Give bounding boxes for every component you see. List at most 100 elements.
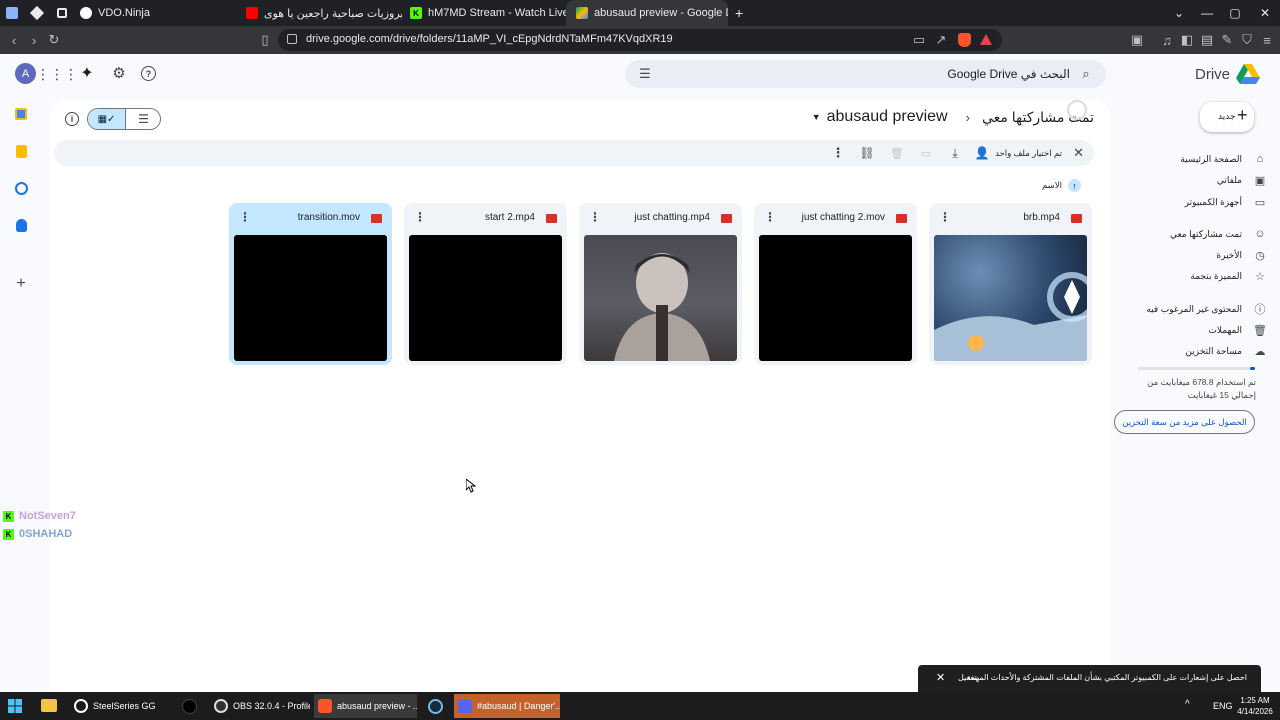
system-tray-chevron-icon[interactable]: ^ [1185, 699, 1190, 710]
file-card[interactable]: transition.mov ⋮ [229, 203, 392, 365]
more-options-icon[interactable]: ⋮ [589, 210, 601, 224]
video-file-icon [1071, 214, 1082, 223]
sidebar-item-shared-with-me[interactable]: تمت مشاركتها معي [1170, 229, 1242, 240]
more-options-icon[interactable]: ⋮ [939, 210, 951, 224]
share-icon[interactable]: ↗ [932, 31, 950, 49]
clock[interactable]: 1:25 AM 4/14/2026 [1236, 695, 1274, 717]
file-name: brb.mp4 [1023, 212, 1060, 223]
browser-menu-icon[interactable]: ≡ [1258, 31, 1276, 49]
taskbar-app-browser[interactable]: abusaud preview - ... [314, 694, 417, 718]
sidebar-item-storage[interactable]: مساحة التخزين [1185, 346, 1242, 357]
sidebar-item-recent[interactable]: الأخيرة [1216, 250, 1242, 261]
back-button[interactable]: ‹ [5, 31, 23, 49]
delete-icon[interactable]: 🗑 [889, 145, 905, 161]
wallet-icon[interactable]: ▤ [1198, 31, 1216, 49]
extensions-icon[interactable]: ✎ [1218, 31, 1236, 49]
reader-icon[interactable]: ◧ [1178, 31, 1196, 49]
maximize-button[interactable]: ▢ [1220, 0, 1250, 26]
file-card[interactable]: just chatting 2.mov ⋮ [754, 203, 917, 365]
account-avatar[interactable]: A [15, 63, 36, 84]
toast-close-icon[interactable]: ✕ [936, 671, 945, 684]
sidebar-item-my-drive[interactable]: ملفاتي [1217, 175, 1242, 186]
cast-icon[interactable]: ▭ [910, 31, 928, 49]
get-more-storage-button[interactable]: الحصول على مزيد من سعة التخزين [1114, 410, 1255, 434]
mouse-cursor [465, 477, 477, 498]
steam-icon[interactable] [428, 699, 443, 714]
search-input[interactable]: البحث في Google Drive [947, 67, 1070, 81]
windows-start-icon[interactable] [8, 699, 22, 713]
new-button[interactable]: جديد + [1200, 102, 1254, 132]
bookmark-icon[interactable]: ▯ [256, 31, 274, 49]
more-actions-icon[interactable]: ⋮ [830, 145, 846, 161]
toast-enable-button[interactable]: تفعيل [958, 673, 977, 682]
spam-icon: ⓘ [1254, 304, 1266, 316]
search-options-icon[interactable]: ☰ [637, 66, 653, 82]
address-bar[interactable]: drive.google.com/drive/folders/11aMP_VI_… [278, 29, 1002, 51]
reload-button[interactable]: ↻ [45, 31, 63, 49]
file-name: just chatting.mp4 [634, 212, 710, 223]
settings-gear-icon[interactable]: ⚙ [111, 65, 127, 82]
help-icon[interactable]: ? [141, 66, 156, 81]
site-info-icon[interactable] [287, 34, 297, 44]
tab-youtube[interactable]: (165) فيروزيات صباحية راجعين يا هوى [246, 0, 402, 26]
pinned-tab-icon[interactable] [57, 8, 67, 18]
sidebar-item-home[interactable]: الصفحة الرئيسية [1180, 154, 1242, 165]
google-drive-logo-icon[interactable] [1236, 64, 1260, 84]
sidebar-item-spam[interactable]: المحتوى غير المرغوب فيه [1146, 304, 1242, 315]
file-card[interactable]: start 2.mp4 ⋮ [404, 203, 567, 365]
sidebar-item-starred[interactable]: المميزة بنجمة [1190, 271, 1242, 282]
sidebar-item-trash[interactable]: المهملات [1208, 325, 1242, 336]
file-card[interactable]: just chatting.mp4 ⋮ [579, 203, 742, 365]
taskbar-app-obs[interactable]: OBS 32.0.4 - Profile... [210, 694, 310, 718]
minimize-button[interactable]: — [1192, 0, 1222, 26]
calendar-app-icon[interactable] [15, 108, 27, 120]
new-tab-button[interactable]: + [735, 5, 743, 21]
search-bar[interactable]: ☰ البحث في Google Drive ⌕ [625, 60, 1106, 88]
language-indicator[interactable]: ENG [1213, 701, 1233, 711]
share-person-icon[interactable]: 👤 [974, 145, 990, 161]
gemini-icon[interactable]: ✦ [79, 65, 95, 82]
chat-entry: K NotSeven7 [3, 507, 76, 525]
breadcrumb-current[interactable]: abusaud preview [827, 108, 948, 126]
vpn-icon[interactable]: ⛉ [1238, 31, 1256, 49]
home-icon: ⌂ [1256, 153, 1264, 165]
add-app-icon[interactable]: + [14, 275, 28, 292]
grid-view-button[interactable]: ▦✓ [88, 109, 125, 129]
taskbar-app-discord[interactable]: #abusaud | Danger'... [454, 694, 560, 718]
breadcrumb-dropdown-icon[interactable]: ▼ [812, 112, 821, 122]
app-icon[interactable] [182, 699, 197, 714]
move-icon[interactable]: ▭ [918, 145, 934, 161]
taskbar-app-steelseries[interactable]: SteelSeries GG [70, 694, 200, 718]
copy-link-icon[interactable]: ⛓ [859, 145, 875, 161]
more-options-icon[interactable]: ⋮ [764, 210, 776, 224]
search-icon[interactable]: ⌕ [1078, 66, 1094, 82]
more-options-icon[interactable]: ⋮ [414, 210, 426, 224]
tab-vdo-ninja[interactable]: VDO.Ninja [80, 0, 240, 26]
keep-app-icon[interactable] [16, 145, 27, 158]
list-view-button[interactable]: ☰ [125, 109, 160, 129]
tasks-app-icon[interactable] [15, 182, 28, 195]
tab-google-drive[interactable]: abusaud preview - Google Drive ✕ [566, 0, 728, 26]
sort-control[interactable]: الاسم ↑ [1042, 179, 1081, 192]
close-window-button[interactable]: ✕ [1250, 0, 1280, 26]
brave-shield-icon[interactable] [958, 33, 971, 47]
file-explorer-icon[interactable] [41, 699, 57, 712]
clear-selection-icon[interactable]: ✕ [1073, 145, 1084, 161]
sidebar-toggle-icon[interactable]: ▣ [1128, 31, 1146, 49]
media-icon[interactable]: ♫ [1158, 31, 1176, 49]
sidebar-item-computers[interactable]: أجهزة الكمبيوتر [1185, 197, 1242, 208]
more-options-icon[interactable]: ⋮ [239, 210, 251, 224]
browser-menu-icon[interactable] [6, 7, 18, 19]
tab-kick[interactable]: K hM7MD Stream - Watch Live on Kick [410, 0, 566, 26]
forward-button[interactable]: › [25, 31, 43, 49]
contacts-app-icon[interactable] [16, 219, 27, 232]
file-card[interactable]: brb.mp4 ⋮ [929, 203, 1092, 365]
brave-rewards-icon[interactable] [980, 34, 992, 45]
pinned-tab-icon[interactable] [29, 5, 45, 21]
breadcrumb: ▼ abusaud preview › تمت مشاركتها معي [812, 108, 1094, 126]
details-info-icon[interactable]: i [65, 112, 79, 126]
apps-grid-icon[interactable]: ⋮⋮⋮ [36, 66, 78, 82]
tab-list-icon[interactable]: ⌄ [1164, 0, 1194, 26]
trash-icon: 🗑 [1253, 324, 1267, 337]
download-icon[interactable]: ⤓ [947, 145, 963, 161]
